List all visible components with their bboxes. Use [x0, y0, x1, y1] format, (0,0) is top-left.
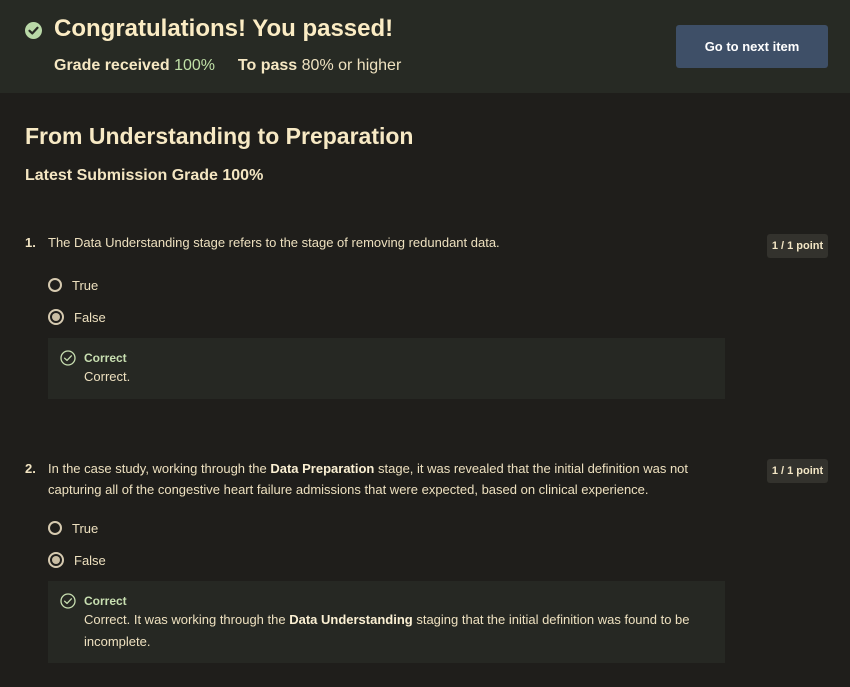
feedback-text: Correct.: [84, 369, 131, 384]
check-circle-outline-icon: [60, 593, 76, 609]
option-label: False: [74, 309, 106, 325]
check-circle-icon: [25, 22, 42, 39]
radio-checked-icon[interactable]: [48, 552, 64, 568]
question-number: 1.: [25, 235, 36, 250]
question-text: The Data Understanding stage refers to t…: [48, 235, 500, 250]
pass-title: Congratulations! You passed!: [54, 15, 394, 42]
grade-received-label: Grade received: [54, 57, 170, 74]
feedback-box: Correct Correct.: [48, 338, 725, 399]
points-badge: 1 / 1 point: [767, 234, 828, 258]
radio-checked-icon[interactable]: [48, 309, 64, 325]
option-label: True: [72, 277, 99, 293]
points-badge: 1 / 1 point: [767, 459, 828, 483]
quiz-title: From Understanding to Preparation: [25, 123, 414, 149]
feedback-status: Correct: [84, 594, 127, 608]
radio-unchecked-icon[interactable]: [48, 521, 62, 535]
grade-received-value: 100%: [174, 57, 215, 74]
go-to-next-item-button[interactable]: Go to next item: [676, 25, 828, 68]
question-number: 2.: [25, 461, 36, 476]
grade-summary: Grade received 100% To pass 80% or highe…: [54, 57, 401, 75]
feedback-text: Correct. It was working through the Data…: [84, 612, 690, 649]
option-false[interactable]: False: [48, 307, 106, 327]
feedback-box: Correct Correct. It was working through …: [48, 581, 725, 663]
option-label: True: [72, 520, 99, 536]
option-label: False: [74, 552, 106, 568]
emphasis-text: Data Understanding: [289, 612, 413, 627]
option-false[interactable]: False: [48, 550, 106, 570]
option-true[interactable]: True: [48, 275, 98, 295]
latest-submission-grade: Latest Submission Grade 100%: [25, 167, 264, 184]
check-circle-outline-icon: [60, 350, 76, 366]
result-banner: Congratulations! You passed! Grade recei…: [0, 0, 850, 93]
to-pass-value: 80%: [301, 57, 334, 74]
radio-unchecked-icon[interactable]: [48, 278, 62, 292]
to-pass-label: To pass: [237, 57, 298, 74]
option-true[interactable]: True: [48, 518, 98, 538]
to-pass-suffix: or higher: [338, 57, 402, 74]
feedback-status: Correct: [84, 351, 127, 365]
emphasis-text: Data Preparation: [270, 461, 375, 476]
question-text: In the case study, working through the D…: [48, 461, 689, 497]
